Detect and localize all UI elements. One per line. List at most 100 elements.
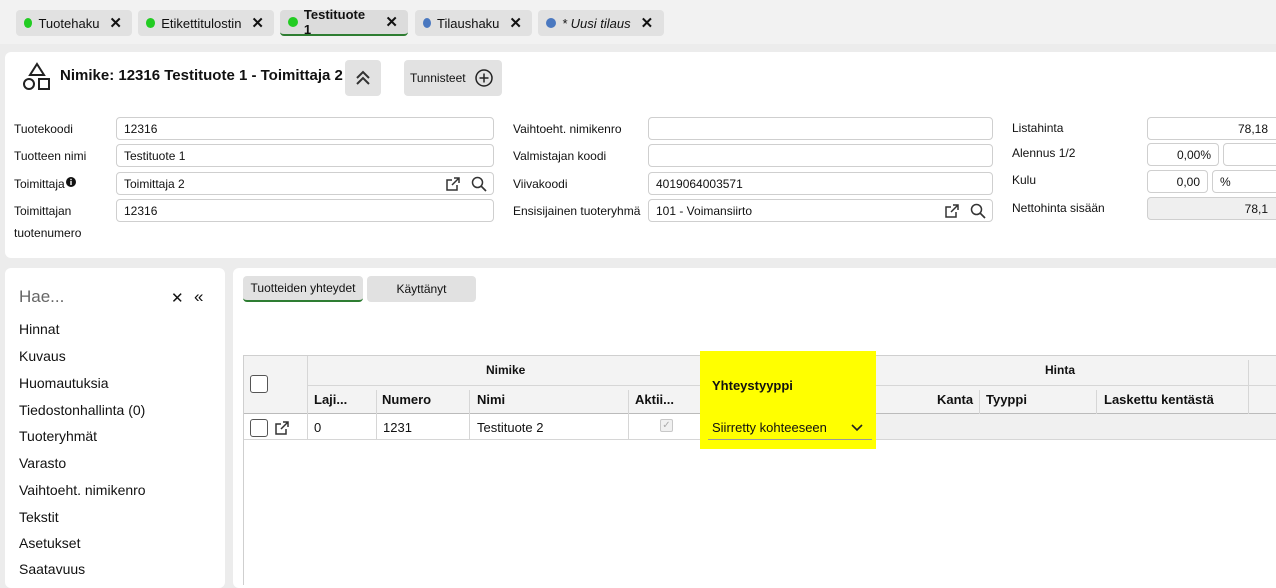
collapse-sidebar-icon[interactable]: « <box>194 287 203 307</box>
tab-kayttanyt[interactable]: Käyttänyt <box>367 276 476 302</box>
vaihtoeht-label: Vaihtoeht. nimikenro <box>513 122 622 136</box>
chevron-down-icon <box>851 424 863 432</box>
kulu-field[interactable]: 0,00 <box>1147 170 1208 193</box>
close-icon[interactable]: ✕ <box>109 16 122 31</box>
col-header-tyyppi[interactable]: Tyyppi <box>986 392 1027 407</box>
vaihtoeht-field[interactable] <box>648 117 993 140</box>
hinta-cells <box>876 414 1276 439</box>
col-header-yhteystyyppi[interactable]: Yhteystyyppi <box>712 378 793 393</box>
open-external-icon[interactable] <box>944 203 960 219</box>
sidebar-item-tekstit[interactable]: Tekstit <box>19 509 59 525</box>
chevron-double-up-icon <box>356 70 370 85</box>
tab-label: Etikettitulostin <box>161 15 242 31</box>
col-header-laji[interactable]: Laji... <box>314 392 347 407</box>
sidebar-search-input[interactable]: Hae... <box>19 287 64 307</box>
group-header-nimike: Nimike <box>486 363 526 377</box>
toimittaja-field[interactable]: Toimittaja 2 <box>116 172 494 195</box>
nettohinta-field: 78,1 <box>1147 197 1276 220</box>
tab-label: Tilaushaku <box>437 15 500 31</box>
shapes-icon <box>23 62 50 90</box>
search-icon[interactable] <box>970 203 986 219</box>
cell-numero: 1231 <box>383 420 412 435</box>
close-icon[interactable]: ✕ <box>509 16 522 31</box>
search-icon[interactable] <box>471 176 487 192</box>
tab-testituote-1[interactable]: Testituote 1 ✕ <box>280 7 408 37</box>
status-dot <box>423 18 432 28</box>
select-all-checkbox[interactable] <box>250 375 268 393</box>
nettohinta-label: Nettohinta sisään <box>1012 201 1105 215</box>
collapse-button[interactable] <box>345 60 381 96</box>
status-dot <box>288 17 298 27</box>
info-icon[interactable] <box>65 177 76 187</box>
close-icon[interactable]: ✕ <box>385 15 398 30</box>
col-header-kanta[interactable]: Kanta <box>937 392 973 407</box>
sidebar-item-asetukset[interactable]: Asetukset <box>19 535 80 551</box>
col-header-aktiivinen[interactable]: Aktii... <box>635 392 674 407</box>
tuoteryhma-value: 101 - Voimansiirto <box>656 204 753 218</box>
toimittaja-value: Toimittaja 2 <box>124 177 185 191</box>
col-divider <box>469 390 470 440</box>
toimittaja-label: Toimittaja <box>14 177 76 191</box>
close-icon[interactable]: ✕ <box>641 16 654 31</box>
status-dot <box>24 18 33 28</box>
add-circle-icon <box>474 69 493 87</box>
col-divider <box>628 390 629 440</box>
tuotekoodi-label: Tuotekoodi <box>14 122 73 136</box>
tab-label: * Uusi tilaus <box>562 15 631 31</box>
status-dot <box>146 18 156 28</box>
sidebar-item-hinnat[interactable]: Hinnat <box>19 321 59 337</box>
tuotteen-nimi-label: Tuotteen nimi <box>14 149 87 163</box>
cell-nimi: Testituote 2 <box>477 420 544 435</box>
status-dot <box>546 18 556 28</box>
tab-label: Tuotehaku <box>38 15 100 31</box>
group-header-hinta: Hinta <box>1045 363 1075 377</box>
toimittaja-label-text: Toimittaja <box>14 177 65 191</box>
col-header-laskettu[interactable]: Laskettu kentästä <box>1104 392 1214 407</box>
tunnisteet-label: Tunnisteet <box>410 71 466 85</box>
kulu-label: Kulu <box>1012 173 1037 187</box>
yhteystyyppi-dropdown[interactable]: Siirretty kohteeseen <box>708 416 872 440</box>
col-divider <box>307 356 308 440</box>
clear-icon[interactable]: ✕ <box>171 289 184 307</box>
toimittajan-tuotenumero-label: Toimittajan <box>14 204 72 218</box>
tuoteryhma-field[interactable]: 101 - Voimansiirto <box>648 199 993 222</box>
alennus-2-field[interactable] <box>1223 143 1276 166</box>
aktiivinen-checkbox: ✓ <box>660 419 673 432</box>
col-header-numero[interactable]: Numero <box>382 392 431 407</box>
open-external-icon[interactable] <box>274 420 290 436</box>
alennus-label: Alennus 1/2 <box>1012 146 1076 160</box>
page-title: Nimike: 12316 Testituote 1 - Toimittaja … <box>60 67 343 84</box>
tab-bar: Tuotehaku ✕ Etikettitulostin ✕ Testituot… <box>0 0 1276 44</box>
viivakoodi-label: Viivakoodi <box>513 177 568 191</box>
alennus-1-field[interactable]: 0,00% <box>1147 143 1219 166</box>
tuotekoodi-field[interactable]: 12316 <box>116 117 494 140</box>
tab-uusi-tilaus[interactable]: * Uusi tilaus ✕ <box>538 10 664 36</box>
tab-tuotehaku[interactable]: Tuotehaku ✕ <box>16 10 132 36</box>
tab-etikettitulostin[interactable]: Etikettitulostin ✕ <box>138 10 274 36</box>
tunnisteet-button[interactable]: Tunnisteet <box>404 60 502 96</box>
row-checkbox[interactable] <box>250 419 268 437</box>
sidebar-item-tiedostonhallinta[interactable]: Tiedostonhallinta (0) <box>19 402 145 418</box>
tab-tuotteiden-yhteydet[interactable]: Tuotteiden yhteydet <box>243 276 363 302</box>
col-header-nimi[interactable]: Nimi <box>477 392 505 407</box>
kulu-unit-select[interactable]: % <box>1212 170 1276 193</box>
toimittajan-tuotenumero-field[interactable]: 12316 <box>116 199 494 222</box>
listahinta-label: Listahinta <box>1012 121 1064 135</box>
sidebar-item-varasto[interactable]: Varasto <box>19 455 66 471</box>
sidebar-item-tuoteryhmat[interactable]: Tuoteryhmät <box>19 428 97 444</box>
tab-tilaushaku[interactable]: Tilaushaku ✕ <box>415 10 532 36</box>
valmistajan-koodi-label: Valmistajan koodi <box>513 149 607 163</box>
listahinta-field[interactable]: 78,18 <box>1147 117 1276 140</box>
tab-label: Testituote 1 <box>303 7 366 37</box>
tuotteen-nimi-field[interactable]: Testituote 1 <box>116 144 494 167</box>
cell-laji: 0 <box>314 420 322 435</box>
tuoteryhma-label: Ensisijainen tuoteryhmä <box>513 204 641 218</box>
sidebar-item-huomautuksia[interactable]: Huomautuksia <box>19 375 109 391</box>
toimittajan-tuotenumero-label-2: tuotenumero <box>14 226 82 240</box>
viivakoodi-field[interactable]: 4019064003571 <box>648 172 993 195</box>
sidebar-item-kuvaus[interactable]: Kuvaus <box>19 348 66 364</box>
open-external-icon[interactable] <box>445 176 461 192</box>
sidebar-item-vaihtoeht[interactable]: Vaihtoeht. nimikenro <box>19 482 146 498</box>
close-icon[interactable]: ✕ <box>251 16 264 31</box>
valmistajan-koodi-field[interactable] <box>648 144 993 167</box>
